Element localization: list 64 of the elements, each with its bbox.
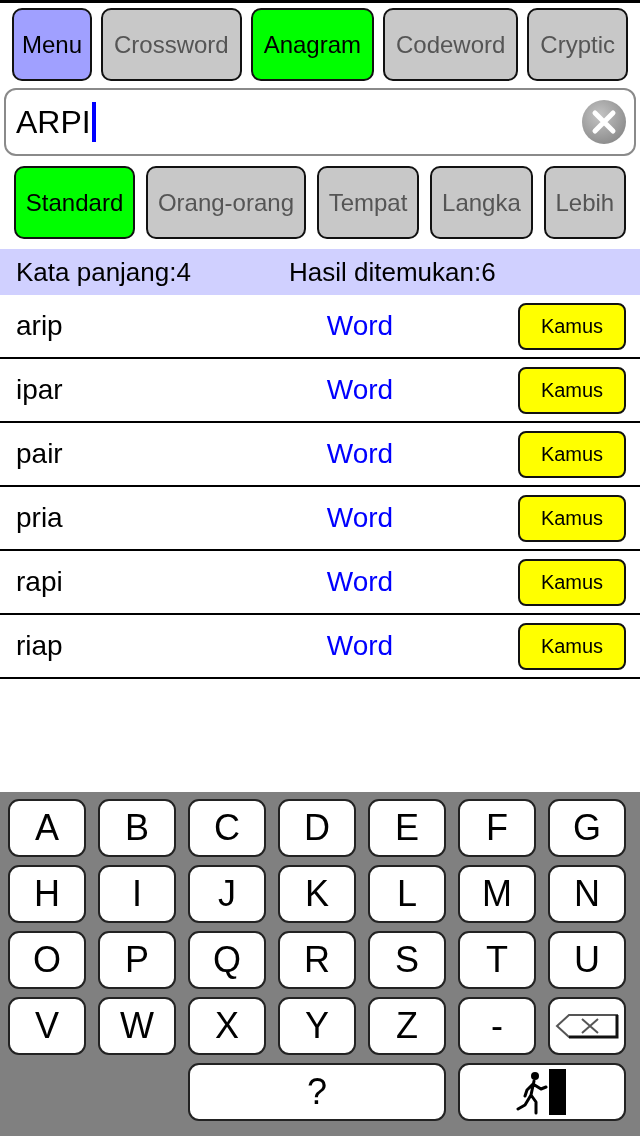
result-word: pair (15, 438, 63, 470)
result-word: rapi (15, 566, 63, 598)
filter-tab[interactable]: Lebih (543, 166, 627, 239)
keyboard-key[interactable]: I (98, 865, 176, 923)
search-field[interactable]: ARPI (4, 88, 636, 156)
clear-icon[interactable] (582, 100, 626, 144)
keyboard-key[interactable]: H (8, 865, 86, 923)
dictionary-button[interactable]: Kamus (518, 622, 626, 670)
backspace-icon (555, 1013, 619, 1039)
filter-tab[interactable]: Tempat (316, 166, 420, 239)
keyboard-key[interactable]: T (458, 931, 536, 989)
keyboard-key[interactable]: O (8, 931, 86, 989)
filter-tab[interactable]: Langka (430, 166, 533, 239)
dictionary-button[interactable]: Kamus (518, 494, 626, 542)
dictionary-button[interactable]: Kamus (518, 366, 626, 414)
word-link[interactable]: Word (326, 502, 394, 534)
mode-tab[interactable]: Codeword (383, 8, 519, 81)
mode-tab[interactable]: Crossword (101, 8, 242, 81)
keyboard-key[interactable]: Q (188, 931, 266, 989)
keyboard-key[interactable]: X (188, 997, 266, 1055)
mode-tab[interactable]: Cryptic (527, 8, 628, 81)
word-length-label: Kata panjang:4 (16, 256, 192, 288)
result-word: riap (15, 630, 63, 662)
keyboard-key[interactable]: J (188, 865, 266, 923)
word-link[interactable]: Word (326, 566, 394, 598)
keyboard-key[interactable]: K (278, 865, 356, 923)
menu-button[interactable]: Menu (12, 8, 92, 81)
keyboard-key[interactable]: F (458, 799, 536, 857)
keyboard-key[interactable]: A (8, 799, 86, 857)
word-link[interactable]: Word (326, 310, 394, 342)
backspace-key[interactable] (548, 997, 626, 1055)
keyboard-key[interactable]: W (98, 997, 176, 1055)
keyboard-key[interactable]: G (548, 799, 626, 857)
keyboard-key[interactable]: Y (278, 997, 356, 1055)
keyboard-key[interactable]: L (368, 865, 446, 923)
mode-tab[interactable]: Anagram (250, 8, 374, 81)
keyboard-key[interactable]: ? (188, 1063, 446, 1121)
dictionary-button[interactable]: Kamus (518, 302, 626, 350)
filter-tab[interactable]: Standard (14, 166, 136, 239)
word-link[interactable]: Word (326, 630, 394, 662)
keyboard-key[interactable]: R (278, 931, 356, 989)
keyboard-key[interactable]: - (458, 997, 536, 1055)
keyboard-key[interactable]: E (368, 799, 446, 857)
exit-key[interactable] (458, 1063, 626, 1121)
result-word: ipar (15, 374, 63, 406)
word-link[interactable]: Word (326, 438, 394, 470)
keyboard-key[interactable]: C (188, 799, 266, 857)
keyboard-key[interactable]: M (458, 865, 536, 923)
keyboard-key[interactable]: P (98, 931, 176, 989)
keyboard-key[interactable]: B (98, 799, 176, 857)
keyboard-key[interactable]: S (368, 931, 446, 989)
filter-tab[interactable]: Orang-orang (146, 166, 306, 239)
result-word: arip (15, 310, 63, 342)
keyboard-key[interactable]: U (548, 931, 626, 989)
keyboard-key[interactable]: N (548, 865, 626, 923)
result-word: pria (15, 502, 63, 534)
keyboard-key[interactable]: D (278, 799, 356, 857)
keyboard-key[interactable]: Z (368, 997, 446, 1055)
word-link[interactable]: Word (326, 374, 394, 406)
exit-icon (516, 1069, 568, 1115)
dictionary-button[interactable]: Kamus (518, 430, 626, 478)
keyboard-key[interactable]: V (8, 997, 86, 1055)
results-count-label: Hasil ditemukan:6 (289, 256, 496, 288)
dictionary-button[interactable]: Kamus (518, 558, 626, 606)
